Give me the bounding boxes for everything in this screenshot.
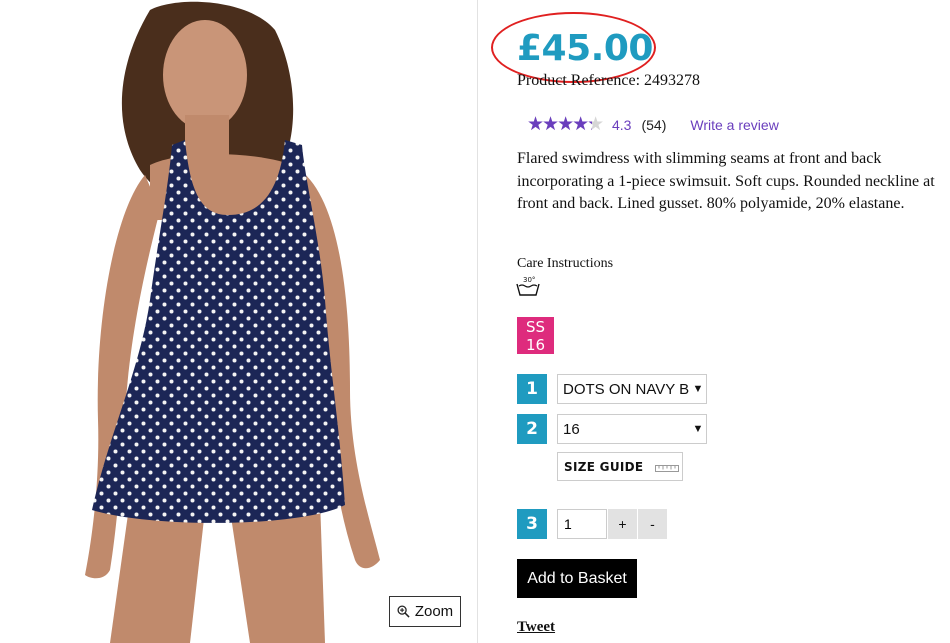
season-badge: SS 16 [517,317,554,354]
zoom-label: Zoom [414,603,454,620]
size-select-value: 16 [563,420,580,438]
season-badge-line2: 16 [525,335,546,354]
wash-temp-label: 30° [523,276,535,284]
size-select[interactable]: 16 ▼ [557,414,707,444]
ruler-icon [655,464,680,472]
colour-select-value: DOTS ON NAVY BLUE [563,380,690,398]
star-filled-icon: ★★★★★ [527,116,592,134]
wash-30-icon: 30° [516,276,540,296]
product-reference: Product Reference: 2493278 [517,72,701,89]
size-guide-button[interactable]: SIZE GUIDE [557,452,683,481]
size-guide-label: SIZE GUIDE [564,459,644,474]
colour-select[interactable]: DOTS ON NAVY BLUE ▼ [557,374,707,404]
dropdown-arrow-icon: ▼ [692,383,704,395]
season-badge-line1: SS [525,317,546,336]
magnifier-plus-icon [397,605,410,618]
product-description: Flared swimdress with slimming seams at … [517,150,935,212]
model-photo [85,1,380,643]
write-review-link[interactable]: Write a review [690,117,778,133]
dropdown-arrow-icon: ▼ [692,423,704,435]
step-2-number: 2 [517,414,547,444]
quantity-decrease-button[interactable]: - [638,509,667,539]
product-image[interactable]: Zoom [0,0,477,643]
rating-value: 4.3 [612,117,632,133]
zoom-button[interactable]: Zoom [389,596,461,627]
review-count[interactable]: (54) [641,117,666,133]
add-to-basket-button[interactable]: Add to Basket [517,559,637,598]
care-instructions-title: Care Instructions [517,256,614,271]
tweet-link[interactable]: Tweet [517,619,555,636]
step-3-number: 3 [517,509,547,539]
star-rating[interactable]: ★★★★★ ★★★★★ [527,115,604,134]
pane-divider [477,0,478,643]
rating-row: ★★★★★ ★★★★★ 4.3 (54) Write a review [527,114,779,136]
quantity-increase-button[interactable]: + [608,509,637,539]
quantity-input[interactable] [557,509,607,539]
step-1-number: 1 [517,374,547,404]
